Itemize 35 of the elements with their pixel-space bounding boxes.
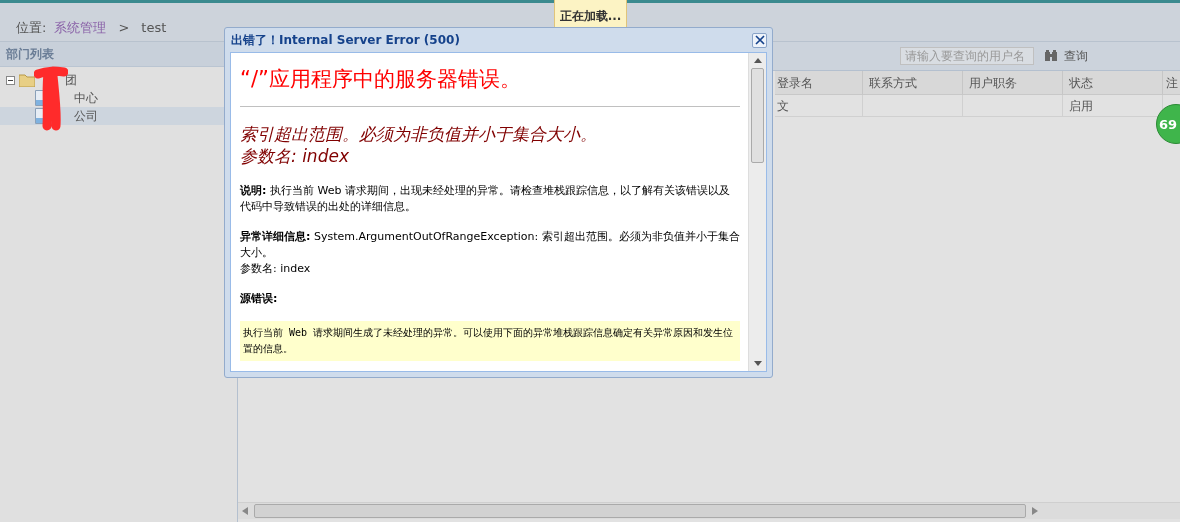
close-button[interactable] [752,32,767,48]
scrollbar-thumb[interactable] [254,504,1026,518]
search-button[interactable]: 查询 [1040,47,1092,65]
paragraph: 说明: 执行当前 Web 请求期间，出现未经处理的异常。请检查堆栈跟踪信息，以了解有关该错误以及代码中导致错误的出处的详细信息。 [240,183,731,215]
paragraph: 异常详细信息: System.ArgumentOutOfRangeException: 索引超出范围。必须为非负值并小于集合大小。 [240,229,740,261]
tree-item[interactable]: 中心 [0,89,237,107]
location-label: 位置: [16,19,47,37]
collapse-toggle-icon[interactable] [6,75,15,85]
error-message: 参数名: index [240,145,350,167]
column-header[interactable]: 联系方式 [863,71,963,95]
tree-item[interactable]: 团 [0,71,237,89]
source-error-box: 执行当前 Web 请求期间生成了未经处理的异常。可以使用下面的异常堆栈跟踪信息确定有关异常原因和发生位置的信息。 [240,321,740,361]
folder-icon [19,73,35,87]
scroll-down-icon[interactable] [753,361,762,366]
scrollbar-thumb[interactable] [751,68,764,163]
binoculars-icon [1044,50,1058,62]
search-field[interactable]: 请输入要查询的用户名 [900,47,1034,65]
column-header[interactable]: 注 [1163,71,1180,95]
paragraph: 参数名: index [240,261,312,277]
vertical-scrollbar[interactable] [748,53,766,371]
redaction-scribble [34,66,68,132]
scroll-right-icon[interactable] [1032,507,1038,515]
breadcrumb-separator: > [118,20,130,35]
section-heading: 源错误: [240,291,279,307]
breadcrumb-current: test [141,20,167,35]
table-cell: 文 [775,95,863,117]
scroll-up-icon[interactable] [753,58,762,63]
column-header[interactable]: 用户职务 [963,71,1063,95]
column-header[interactable]: 状态 [1063,71,1163,95]
column-header[interactable]: 登录名 [775,71,863,95]
horizontal-scrollbar[interactable] [238,502,1180,519]
error-heading: “/”应用程序中的服务器错误。 [240,66,522,93]
error-message: 索引超出范围。必须为非负值并小于集合大小。 [240,123,598,145]
breadcrumb-link[interactable]: 系统管理 [54,19,107,37]
scroll-left-icon[interactable] [242,507,248,515]
